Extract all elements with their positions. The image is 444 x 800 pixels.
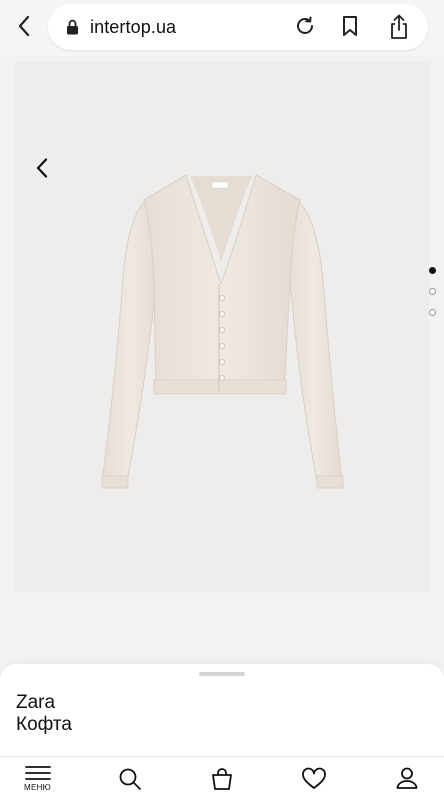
product-info-sheet[interactable]: Zara Кофта — [0, 664, 444, 756]
nav-favorites[interactable] — [301, 767, 327, 791]
browser-back-button[interactable] — [10, 12, 38, 40]
product-brand: Zara — [16, 692, 56, 713]
nav-search[interactable] — [118, 767, 142, 791]
lock-icon — [67, 19, 78, 35]
back-chevron-icon — [36, 158, 48, 178]
bottom-navigation: МЕНЮ — [0, 756, 444, 800]
bookmark-icon[interactable] — [341, 15, 359, 37]
nav-menu[interactable]: МЕНЮ — [24, 765, 51, 792]
carousel-dot[interactable] — [429, 267, 436, 274]
product-name: Кофта — [16, 714, 72, 735]
back-chevron-icon — [18, 15, 30, 37]
product-photo — [101, 174, 344, 489]
nav-menu-label: МЕНЮ — [24, 783, 52, 792]
carousel-indicators — [429, 267, 436, 330]
reload-icon[interactable] — [294, 15, 316, 37]
share-icon[interactable] — [388, 14, 410, 40]
search-icon — [119, 768, 141, 790]
product-image-carousel[interactable] — [14, 62, 436, 592]
gallery-back-button[interactable] — [36, 158, 48, 183]
sheet-drag-handle[interactable] — [199, 672, 245, 676]
address-bar[interactable]: intertop.ua — [48, 4, 428, 50]
menu-icon — [24, 766, 51, 780]
carousel-dot[interactable] — [429, 309, 436, 316]
user-icon — [396, 767, 418, 789]
nav-cart[interactable] — [210, 767, 234, 791]
heart-icon — [302, 767, 326, 789]
nav-profile[interactable] — [395, 766, 419, 790]
url-text[interactable]: intertop.ua — [90, 17, 176, 38]
carousel-dot[interactable] — [429, 288, 436, 295]
bag-icon — [212, 768, 232, 790]
browser-toolbar: intertop.ua — [0, 0, 444, 56]
